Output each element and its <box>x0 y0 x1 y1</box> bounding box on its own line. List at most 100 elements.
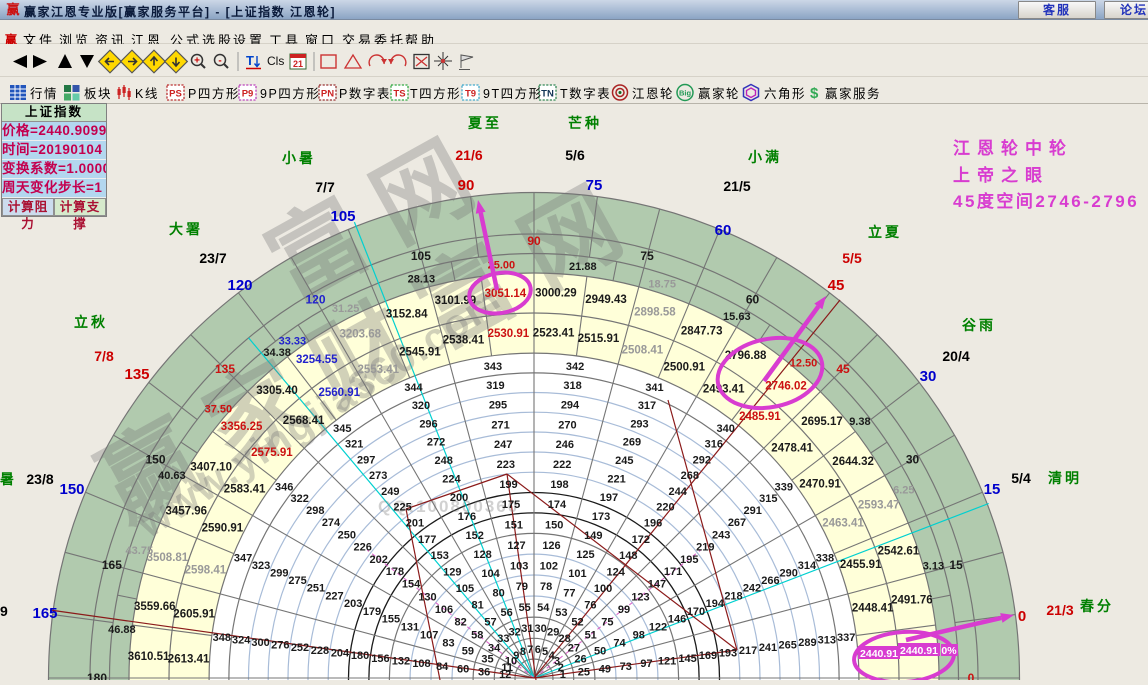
svg-text:3: 3 <box>554 655 560 667</box>
svg-text:241: 241 <box>759 642 777 654</box>
svg-text:339: 339 <box>775 481 793 493</box>
svg-text:320: 320 <box>412 400 430 412</box>
svg-text:250: 250 <box>338 529 356 541</box>
svg-text:180: 180 <box>87 671 107 680</box>
svg-text:321: 321 <box>345 439 363 451</box>
svg-text:32: 32 <box>509 627 521 639</box>
svg-text:173: 173 <box>592 511 610 523</box>
svg-text:29: 29 <box>547 627 559 639</box>
svg-text:294: 294 <box>561 400 580 412</box>
svg-text:97: 97 <box>640 658 652 670</box>
svg-text:2470.91: 2470.91 <box>799 478 841 490</box>
svg-text:243: 243 <box>712 529 730 541</box>
svg-text:266: 266 <box>761 575 779 587</box>
svg-text:75: 75 <box>601 617 613 629</box>
svg-text:177: 177 <box>418 534 436 546</box>
svg-text:2515.91: 2515.91 <box>578 333 620 345</box>
svg-text:Cls: Cls <box>267 54 284 68</box>
svg-text:78: 78 <box>540 581 552 593</box>
svg-text:129: 129 <box>443 567 461 579</box>
svg-text:T9: T9 <box>465 89 476 100</box>
svg-text:252: 252 <box>291 642 309 654</box>
svg-text:178: 178 <box>386 566 404 578</box>
svg-text:341: 341 <box>645 382 663 394</box>
svg-text:338: 338 <box>816 553 834 565</box>
svg-text:274: 274 <box>322 517 341 529</box>
svg-text:105: 105 <box>456 583 474 595</box>
svg-text:318: 318 <box>563 380 581 392</box>
svg-text:102: 102 <box>540 561 558 573</box>
svg-text:2491.76: 2491.76 <box>891 594 933 606</box>
svg-text:104: 104 <box>481 568 500 580</box>
svg-text:169: 169 <box>699 650 717 662</box>
svg-text:98: 98 <box>633 630 645 642</box>
svg-text:26: 26 <box>574 654 586 666</box>
svg-text:56: 56 <box>500 607 512 619</box>
svg-text:297: 297 <box>357 454 375 466</box>
svg-text:2598.41: 2598.41 <box>185 565 227 577</box>
svg-text:126: 126 <box>542 540 560 552</box>
svg-text:33.33: 33.33 <box>279 336 307 348</box>
svg-text:150: 150 <box>59 481 84 498</box>
svg-text:172: 172 <box>632 534 650 546</box>
svg-text:74: 74 <box>613 638 626 650</box>
svg-text:6: 6 <box>535 644 541 656</box>
svg-text:5: 5 <box>542 646 548 658</box>
svg-text:120: 120 <box>305 293 325 307</box>
svg-text:267: 267 <box>728 517 746 529</box>
svg-text:51: 51 <box>585 630 597 642</box>
svg-text:49: 49 <box>599 664 611 676</box>
svg-text:28: 28 <box>558 633 570 645</box>
svg-text:2500.91: 2500.91 <box>664 361 706 373</box>
svg-text:268: 268 <box>681 470 699 482</box>
svg-text:224: 224 <box>442 474 461 486</box>
svg-text:242: 242 <box>743 583 761 595</box>
svg-text:225: 225 <box>393 502 411 514</box>
svg-text:15.63: 15.63 <box>723 311 751 323</box>
svg-text:347: 347 <box>234 553 252 565</box>
svg-text:2508.41: 2508.41 <box>622 344 664 356</box>
svg-text:3559.66: 3559.66 <box>134 601 176 613</box>
svg-text:199: 199 <box>499 479 517 491</box>
svg-text:291: 291 <box>744 505 762 517</box>
svg-text:立夏: 立夏 <box>868 224 902 240</box>
svg-text:194: 194 <box>706 598 725 610</box>
svg-text:171: 171 <box>664 566 682 578</box>
svg-text:3254.55: 3254.55 <box>296 354 338 366</box>
svg-text:101: 101 <box>568 568 586 580</box>
svg-text:343: 343 <box>484 361 502 373</box>
svg-text:296: 296 <box>419 418 437 430</box>
svg-text:175: 175 <box>502 499 520 511</box>
svg-text:90: 90 <box>527 234 541 248</box>
svg-text:50: 50 <box>594 646 606 658</box>
svg-text:0%: 0% <box>941 645 957 657</box>
svg-text:219: 219 <box>696 542 714 554</box>
svg-text:81: 81 <box>471 600 483 612</box>
svg-text:75: 75 <box>586 177 603 194</box>
svg-text:9.38: 9.38 <box>849 416 870 428</box>
svg-text:45度空间2746-2796: 45度空间2746-2796 <box>953 191 1139 211</box>
svg-text:2605.91: 2605.91 <box>173 609 215 621</box>
svg-text:40.63: 40.63 <box>158 470 186 482</box>
svg-text:2575.91: 2575.91 <box>251 447 293 459</box>
svg-text:76: 76 <box>584 600 596 612</box>
svg-text:3203.68: 3203.68 <box>340 328 382 340</box>
svg-text:PS: PS <box>169 89 182 100</box>
svg-text:272: 272 <box>427 437 445 449</box>
svg-text:131: 131 <box>401 622 419 634</box>
svg-text:245: 245 <box>615 455 633 467</box>
svg-text:223: 223 <box>497 459 515 471</box>
svg-text:谷雨: 谷雨 <box>962 317 996 333</box>
svg-text:84: 84 <box>436 661 449 673</box>
svg-text:31.25: 31.25 <box>332 303 360 315</box>
svg-text:TN: TN <box>541 89 554 100</box>
svg-text:82: 82 <box>454 617 466 629</box>
svg-text:122: 122 <box>649 622 667 634</box>
svg-text:大署: 大署 <box>169 221 203 237</box>
svg-text:P9: P9 <box>242 89 254 100</box>
svg-text:273: 273 <box>369 470 387 482</box>
svg-text:小满: 小满 <box>748 149 782 165</box>
svg-text:37.50: 37.50 <box>205 404 233 416</box>
svg-text:127: 127 <box>507 540 525 552</box>
svg-text:28.13: 28.13 <box>408 274 436 286</box>
